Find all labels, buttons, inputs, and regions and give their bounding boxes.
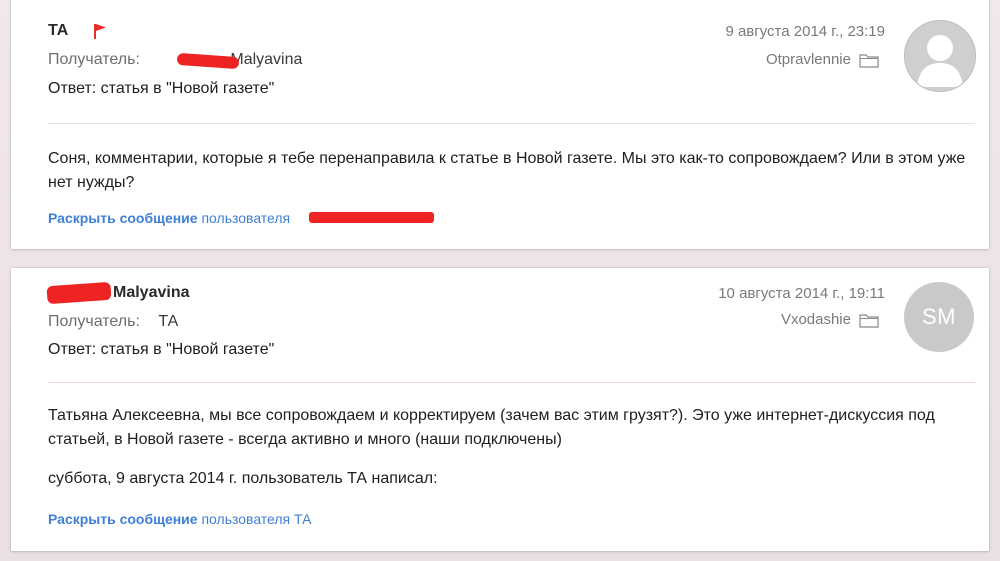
- folder-icon: [859, 313, 879, 328]
- message-date: 10 августа 2014 г., 19:11: [718, 285, 885, 302]
- redaction-mark: [309, 212, 434, 223]
- recipient-row: Получатель: ТА: [48, 313, 178, 331]
- sender-name[interactable]: ТА: [48, 22, 68, 40]
- folder-indicator[interactable]: Otpravlennie: [766, 51, 879, 68]
- expand-link-user: пользователя ТА: [201, 511, 312, 527]
- sender-name[interactable]: Malyavina: [113, 284, 189, 302]
- expand-link-bold: Раскрыть сообщение: [48, 210, 198, 226]
- header-divider: [48, 123, 975, 124]
- header-divider: [48, 382, 975, 383]
- recipient-label: Получатель:: [48, 51, 140, 68]
- message-body: Татьяна Алексеевна, мы все сопровождаем …: [48, 407, 935, 448]
- expand-link-bold: Раскрыть сообщение: [48, 511, 198, 527]
- folder-name: Vxodashie: [780, 311, 851, 328]
- expand-link-user: пользователя: [201, 210, 291, 226]
- message-date: 9 августа 2014 г., 23:19: [725, 23, 885, 40]
- recipient-row: Получатель: Malyavina: [48, 51, 302, 69]
- expand-message-link[interactable]: Раскрыть сообщение пользователя: [48, 210, 290, 226]
- folder-indicator[interactable]: Vxodashie: [781, 311, 879, 328]
- message-card-2[interactable]: Malyavina Получатель: ТА Ответ: статья в…: [11, 268, 989, 551]
- flag-icon[interactable]: [93, 23, 107, 39]
- avatar[interactable]: [904, 20, 976, 92]
- expand-message-link[interactable]: Раскрыть сообщение пользователя ТА: [48, 511, 311, 527]
- person-silhouette-icon: [917, 35, 963, 87]
- message-card-1[interactable]: ТА Получатель: Malyavina Ответ: статья в…: [11, 0, 989, 249]
- avatar-initials: SM: [922, 304, 956, 329]
- recipient-name[interactable]: ТА: [158, 313, 178, 330]
- recipient-label: Получатель:: [48, 313, 140, 330]
- message-subject: Ответ: статья в "Новой газете": [48, 80, 275, 97]
- folder-icon: [859, 53, 879, 68]
- quoted-header: суббота, 9 августа 2014 г. пользователь …: [48, 470, 438, 487]
- recipient-name[interactable]: Malyavina: [230, 51, 302, 68]
- message-subject: Ответ: статья в "Новой газете": [48, 341, 275, 358]
- mail-thread: ТА Получатель: Malyavina Ответ: статья в…: [0, 0, 1000, 561]
- folder-name: Otpravlennie: [765, 51, 851, 68]
- redaction-mark: [46, 281, 112, 305]
- message-body: Соня, комментарии, которые я тебе перена…: [48, 150, 966, 191]
- avatar[interactable]: SM: [904, 282, 974, 352]
